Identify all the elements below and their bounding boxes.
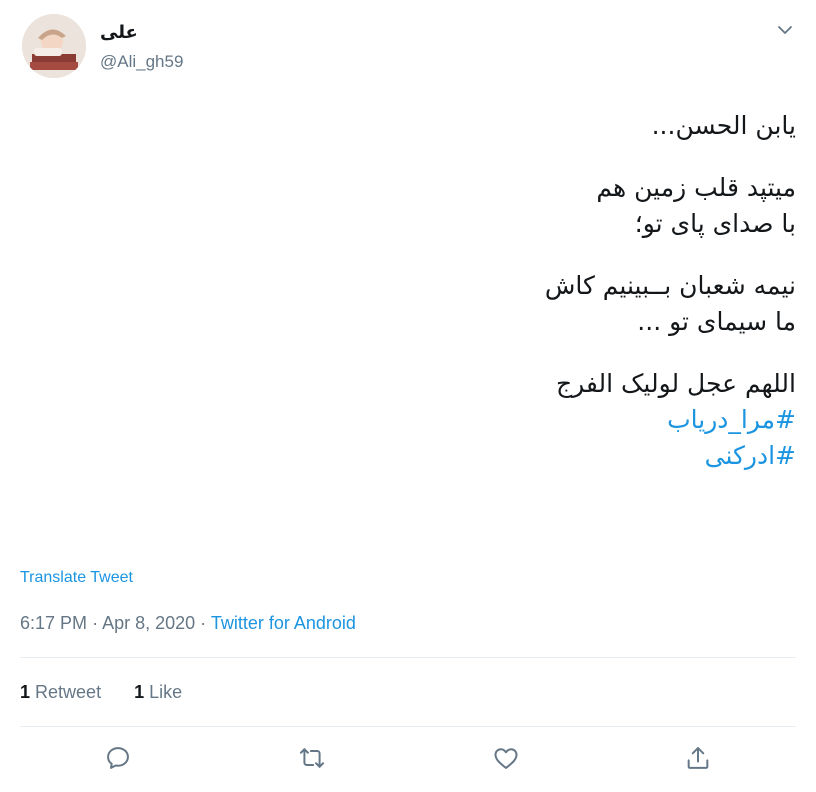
divider [20,726,796,727]
retweet-icon[interactable] [298,744,326,772]
share-icon[interactable] [684,744,712,772]
tweet-stats: 1 Retweet 1 Like [20,682,210,703]
reply-icon[interactable] [104,744,132,772]
tweet-line-gap [236,340,796,366]
tweet-line: نیمه شعبان بــبینیم کاش [544,271,796,300]
retweets-label: Retweet [35,682,102,702]
retweets-count: 1 [20,682,31,702]
tweet-line: میتپد قلب زمین هم [596,173,796,202]
tweet-time[interactable]: 6:17 PM [20,613,87,633]
likes-stat[interactable]: 1 Like [134,682,182,702]
tweet-line: اللهم عجل لولیک الفرج [555,369,796,398]
author-handle[interactable]: @Ali_gh59 [100,52,183,72]
tweet-meta: 6:17 PM · Apr 8, 2020 · Twitter for Andr… [20,613,356,634]
chevron-down-icon[interactable] [775,20,795,40]
tweet-line-gap [236,144,796,170]
tweet-line: یابن الحسن... [651,111,796,140]
retweets-stat[interactable]: 1 Retweet [20,682,101,702]
tweet-line: با صدای پای تو؛ [595,209,796,238]
translate-tweet-link[interactable]: Translate Tweet [20,569,133,587]
tweet-date[interactable]: Apr 8, 2020 [102,613,195,633]
divider [20,657,796,658]
likes-count: 1 [134,682,145,702]
meta-separator: · [92,613,99,633]
tweet-line-gap [236,242,796,268]
heart-icon[interactable] [492,744,520,772]
avatar[interactable] [22,14,86,78]
author-display-name[interactable]: علی [100,22,138,43]
hashtag-link[interactable]: #مرا_دریاب [236,402,796,438]
hashtag-link[interactable]: #ادرکنی [236,438,796,474]
tweet-line: ما سیمای تو ... [573,307,796,336]
tweet-text: یابن الحسن... میتپد قلب زمین هم با صدای … [236,108,796,474]
meta-separator: · [200,613,207,633]
likes-label: Like [149,682,183,702]
tweet-source-link[interactable]: Twitter for Android [211,613,356,633]
